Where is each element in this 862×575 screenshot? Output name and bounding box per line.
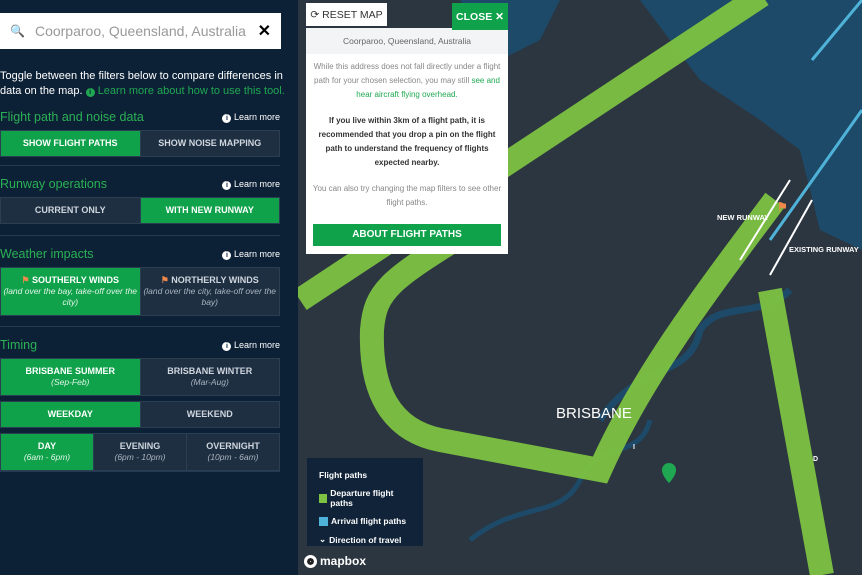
info-icon: i [222,113,232,123]
option-label: OVERNIGHT [206,441,260,451]
option-sub: (10pm - 6am) [207,452,259,462]
info-icon: i [222,250,232,260]
arrival-swatch [319,516,328,526]
existing-runway-label: EXISTING RUNWAY [789,245,859,254]
chevron-down-icon: ⌄ [319,534,327,544]
option-sub: (land over the city, take-off over the b… [143,286,277,307]
learn-more-link[interactable]: i Learn more [222,249,280,260]
legend-departure: Departure flight paths [319,488,411,508]
brisbane-winter-button[interactable]: BRISBANE WINTER (Mar-Aug) [139,359,279,395]
section-timing: Timing i Learn more BRISBANE SUMMER (Sep-F… [0,336,280,471]
map-legend: Flight paths Departure flight paths Arri… [307,458,423,546]
windsock-icon: ⚑ [160,275,169,285]
learn-more-link[interactable]: i Learn more [222,340,280,351]
search-input[interactable] [34,23,258,39]
option-sub: (Mar-Aug) [190,377,229,387]
info-icon: i [222,341,232,351]
legend-label: Departure flight paths [330,488,394,508]
option-sub: (6pm - 10pm) [114,452,166,462]
popup-bold-text: If you live within 3km of a flight path,… [318,116,496,167]
day-button[interactable]: DAY (6am - 6pm) [1,434,93,470]
option-label: SOUTHERLY WINDS [32,275,120,285]
section-weather: Weather impacts i Learn more ⚑ SOUTHERLY … [0,245,280,316]
option-sub: (land over the bay, take-off over the ci… [3,286,138,307]
path-marker-d: D [813,456,819,463]
option-label: NORTHERLY WINDS [171,275,259,285]
how-to-link[interactable]: Learn more about how to use this tool. [98,85,285,97]
legend-title: Flight paths [319,470,368,480]
legend-label: Direction of travel [329,534,402,545]
section-runway: Runway operations i Learn more CURRENT ON… [0,175,280,224]
learn-more-label: Learn more [233,248,280,259]
search-box[interactable]: 🔍 ✕ [0,13,281,49]
section-title: Timing [0,338,38,352]
new-runway-label: NEW RUNWAY [717,213,770,222]
mapbox-icon [304,554,317,568]
section-title: Runway operations [0,177,108,191]
intro-text: Toggle between the filters below to comp… [0,69,290,99]
mapbox-logo[interactable]: mapbox [304,554,366,568]
learn-more-link[interactable]: i Learn more [222,179,280,190]
show-flight-paths-button[interactable]: SHOW FLIGHT PATHS [1,131,140,156]
legend-arrival: Arrival flight paths [319,516,411,526]
reset-map-button[interactable]: ⟳ RESET MAP [306,3,387,26]
weekend-button[interactable]: WEEKEND [139,402,279,427]
current-only-button[interactable]: CURRENT ONLY [1,198,140,223]
option-label: EVENING [119,441,161,451]
overnight-button[interactable]: OVERNIGHT (10pm - 6am) [186,434,279,470]
weekday-button[interactable]: WEEKDAY [1,402,140,427]
with-new-runway-button[interactable]: WITH NEW RUNWAY [139,198,279,223]
option-label: BRISBANE SUMMER [25,366,115,376]
option-sub: (Sep-Feb) [51,377,90,387]
windsock-icon: ⚑ [21,275,30,285]
popup-text-2: You can also try changing the map filter… [312,184,502,207]
divider [0,471,280,472]
section-title: Weather impacts [0,247,94,261]
departure-swatch [319,493,328,503]
search-icon: 🔍 [10,24,25,38]
learn-more-label: Learn more [233,111,280,122]
northerly-winds-button[interactable]: ⚑ NORTHERLY WINDS (land over the city, ta… [139,268,279,315]
city-label: BRISBANE [556,405,632,422]
southerly-winds-button[interactable]: ⚑ SOUTHERLY WINDS (land over the bay, tak… [1,268,140,315]
learn-more-link[interactable]: i Learn more [222,112,280,123]
learn-more-label: Learn more [233,339,280,350]
legend-label: Arrival flight paths [331,516,407,526]
refresh-icon: ⟳ [310,8,320,21]
section-flight: Flight path and noise data i Learn more S… [0,108,280,157]
option-label: DAY [37,441,57,451]
divider [0,165,280,166]
popup-address: Coorparoo, Queensland, Australia [306,28,508,54]
close-icon[interactable]: ✕ [258,21,271,41]
close-button[interactable]: CLOSE ✕ [452,3,508,30]
info-icon: i [85,88,95,97]
reset-label: RESET MAP [322,8,383,21]
popup-text: While this address does not fall directl… [306,60,508,102]
divider [0,235,280,236]
legend-direction: ⌄ Direction of travel [319,534,411,545]
filter-panel: 🔍 ✕ Toggle between the filters below to … [0,0,298,575]
option-label: BRISBANE WINTER [167,366,253,376]
section-title: Flight path and noise data [0,110,144,124]
address-popup: Coorparoo, Queensland, Australia While t… [306,28,508,254]
mapbox-label: mapbox [320,554,367,568]
evening-button[interactable]: EVENING (6pm - 10pm) [93,434,186,470]
about-flight-paths-button[interactable]: ABOUT FLIGHT PATHS [313,224,501,246]
learn-more-label: Learn more [233,178,280,189]
windsock-icon: ⚑ [777,200,788,214]
divider [0,326,280,327]
show-noise-mapping-button[interactable]: SHOW NOISE MAPPING [139,131,279,156]
brisbane-summer-button[interactable]: BRISBANE SUMMER (Sep-Feb) [1,359,140,395]
info-icon: i [222,180,232,190]
path-marker-i: I [633,444,635,451]
option-sub: (6am - 6pm) [23,452,71,462]
